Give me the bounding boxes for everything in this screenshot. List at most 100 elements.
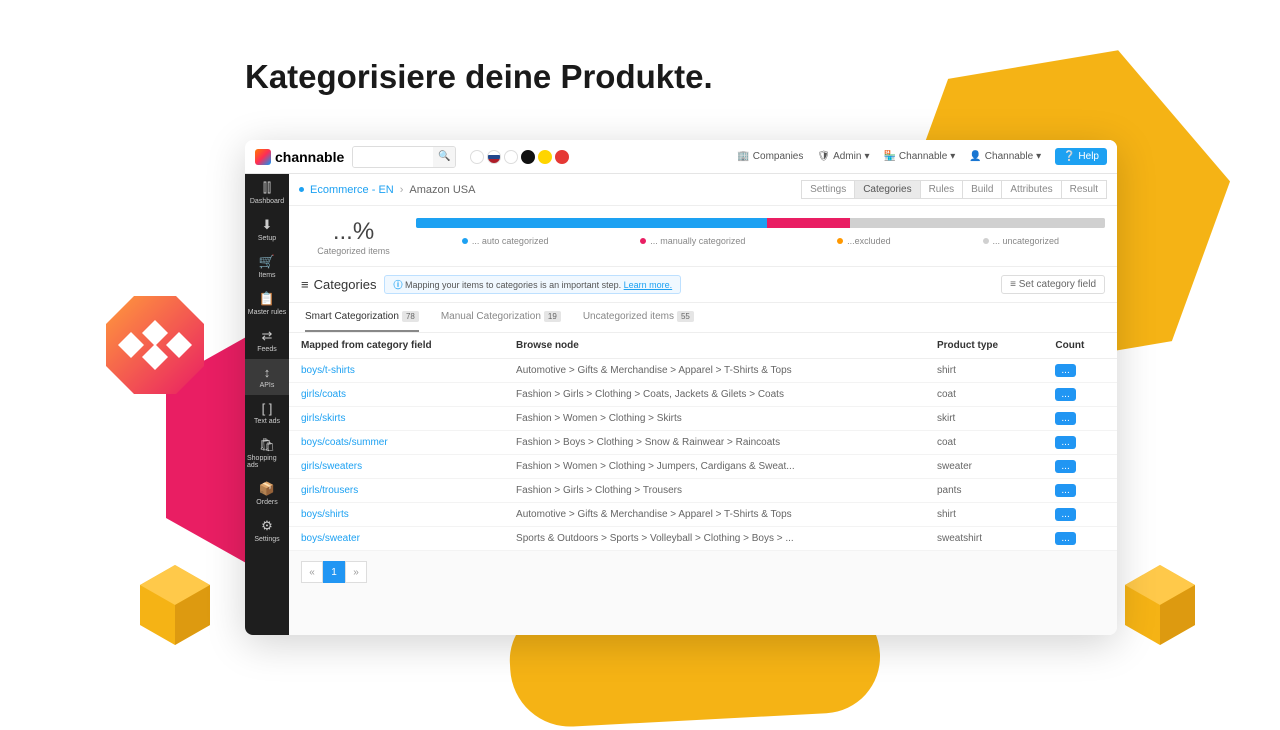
- cell-mapped[interactable]: girls/skirts: [289, 407, 504, 431]
- tab-uncategorized-items[interactable]: Uncategorized items55: [583, 311, 694, 332]
- cell-mapped[interactable]: boys/coats/summer: [289, 431, 504, 455]
- cell-mapped[interactable]: girls/sweaters: [289, 455, 504, 479]
- cell-mapped[interactable]: boys/shirts: [289, 503, 504, 527]
- step-nav: SettingsCategoriesRulesBuildAttributesRe…: [801, 180, 1107, 199]
- cell-mapped[interactable]: girls/trousers: [289, 479, 504, 503]
- categories-table: Mapped from category fieldBrowse nodePro…: [289, 333, 1117, 551]
- sidebar-icon: ⬇: [262, 217, 273, 233]
- flag-circle[interactable]: [538, 150, 552, 164]
- main-panel: Ecommerce - EN › Amazon USA SettingsCate…: [289, 174, 1117, 635]
- sidebar-label: Master rules: [248, 309, 287, 316]
- sidebar-icon: 📋: [259, 291, 275, 307]
- sidebar-label: Text ads: [254, 418, 280, 425]
- row-actions-button[interactable]: ...: [1055, 436, 1075, 449]
- nav-account[interactable]: 🏪 Channable ▾: [883, 151, 955, 162]
- step-rules[interactable]: Rules: [920, 180, 963, 199]
- cell-mapped[interactable]: boys/t-shirts: [289, 359, 504, 383]
- learn-more-link[interactable]: Learn more.: [624, 280, 673, 290]
- legend-item: ... auto categorized: [462, 236, 549, 246]
- search-button[interactable]: 🔍: [433, 147, 455, 167]
- sidebar-label: APIs: [260, 382, 275, 389]
- sidebar-icon: 📦: [259, 481, 275, 497]
- bg-octagon: [100, 290, 210, 400]
- table-row: boys/sweaterSports & Outdoors > Sports >…: [289, 527, 1117, 551]
- section-header: ≡ Categories ⓘ Mapping your items to cat…: [289, 267, 1117, 303]
- step-settings[interactable]: Settings: [801, 180, 854, 199]
- legend-dot-icon: [640, 238, 646, 244]
- sidebar-item-dashboard[interactable]: ⫿⫿Dashboard: [245, 174, 289, 211]
- sidebar-label: Setup: [258, 235, 276, 242]
- nav-user[interactable]: 👤 Channable ▾: [969, 151, 1041, 162]
- legend-item: ... manually categorized: [640, 236, 745, 246]
- bg-cube-1: [135, 560, 215, 650]
- pager-page-1[interactable]: 1: [323, 561, 345, 583]
- stats-percent: ...%: [301, 218, 406, 246]
- row-actions-button[interactable]: ...: [1055, 364, 1075, 377]
- pager-prev[interactable]: «: [301, 561, 323, 583]
- pager-next[interactable]: »: [345, 561, 367, 583]
- cell-type: shirt: [925, 359, 1043, 383]
- sidebar-item-shopping-ads[interactable]: 🛍 Shopping ads: [245, 431, 289, 475]
- table-row: boys/shirtsAutomotive > Gifts & Merchand…: [289, 503, 1117, 527]
- sidebar-item-feeds[interactable]: ⇄Feeds: [245, 322, 289, 359]
- cell-type: coat: [925, 383, 1043, 407]
- step-result[interactable]: Result: [1061, 180, 1107, 199]
- sidebar-label: Dashboard: [250, 198, 284, 205]
- sidebar-icon: 🛍: [259, 437, 276, 453]
- cell-type: skirt: [925, 407, 1043, 431]
- flag-circle[interactable]: [555, 150, 569, 164]
- step-build[interactable]: Build: [962, 180, 1001, 199]
- sidebar-icon: [ ]: [262, 401, 273, 416]
- sidebar-item-items[interactable]: 🛒Items: [245, 248, 289, 285]
- sidebar-item-settings[interactable]: ⚙Settings: [245, 512, 289, 549]
- sidebar-item-apis[interactable]: ↕APIs: [245, 359, 289, 395]
- stats-row: ...% Categorized items ... auto categori…: [289, 206, 1117, 267]
- row-actions-button[interactable]: ...: [1055, 388, 1075, 401]
- search[interactable]: 🔍: [352, 146, 456, 168]
- flag-circle[interactable]: [487, 150, 501, 164]
- row-actions-button[interactable]: ...: [1055, 484, 1075, 497]
- sidebar-item-text-ads[interactable]: [ ] Text ads: [245, 395, 289, 431]
- tab-badge: 55: [677, 311, 694, 322]
- row-actions-button[interactable]: ...: [1055, 532, 1075, 545]
- row-actions-button[interactable]: ...: [1055, 460, 1075, 473]
- cell-node: Automotive > Gifts & Merchandise > Appar…: [504, 503, 925, 527]
- cell-node: Automotive > Gifts & Merchandise > Appar…: [504, 359, 925, 383]
- sidebar-item-orders[interactable]: 📦Orders: [245, 475, 289, 512]
- flag-circle[interactable]: [504, 150, 518, 164]
- section-title: ≡ Categories: [301, 277, 376, 292]
- set-category-field-button[interactable]: ≡ Set category field: [1001, 275, 1105, 294]
- step-attributes[interactable]: Attributes: [1001, 180, 1060, 199]
- info-pill: ⓘ Mapping your items to categories is an…: [384, 275, 681, 294]
- cell-type: pants: [925, 479, 1043, 503]
- cell-type: shirt: [925, 503, 1043, 527]
- breadcrumb-row: Ecommerce - EN › Amazon USA SettingsCate…: [289, 174, 1117, 206]
- tab-smart-categorization[interactable]: Smart Categorization78: [305, 311, 419, 332]
- breadcrumb-root[interactable]: Ecommerce - EN: [310, 184, 394, 196]
- table-row: girls/trousersFashion > Girls > Clothing…: [289, 479, 1117, 503]
- legend-item: ...excluded: [837, 236, 891, 246]
- flag-circle[interactable]: [521, 150, 535, 164]
- nav-companies[interactable]: 🏢 Companies: [737, 151, 803, 162]
- search-input[interactable]: [353, 147, 433, 167]
- table-header: Product type: [925, 333, 1043, 359]
- sidebar-item-master-rules[interactable]: 📋 Master rules: [245, 285, 289, 322]
- flag-circle[interactable]: [470, 150, 484, 164]
- step-categories[interactable]: Categories: [854, 180, 919, 199]
- cell-mapped[interactable]: girls/coats: [289, 383, 504, 407]
- tab-manual-categorization[interactable]: Manual Categorization19: [441, 311, 561, 332]
- row-actions-button[interactable]: ...: [1055, 412, 1075, 425]
- cell-node: Fashion > Boys > Clothing > Snow & Rainw…: [504, 431, 925, 455]
- cell-node: Sports & Outdoors > Sports > Volleyball …: [504, 527, 925, 551]
- brand-logo[interactable]: channable: [255, 149, 344, 165]
- cell-mapped[interactable]: boys/sweater: [289, 527, 504, 551]
- progress-bar: [416, 218, 1105, 228]
- legend-dot-icon: [462, 238, 468, 244]
- flag-circles: [470, 150, 569, 164]
- sidebar-item-setup[interactable]: ⬇ Setup: [245, 211, 289, 248]
- row-actions-button[interactable]: ...: [1055, 508, 1075, 521]
- nav-admin[interactable]: 🛡 Admin ▾: [817, 151, 869, 162]
- sidebar-label: Shopping ads: [247, 455, 287, 469]
- help-button[interactable]: ❔ Help: [1055, 148, 1107, 165]
- table-header: Mapped from category field: [289, 333, 504, 359]
